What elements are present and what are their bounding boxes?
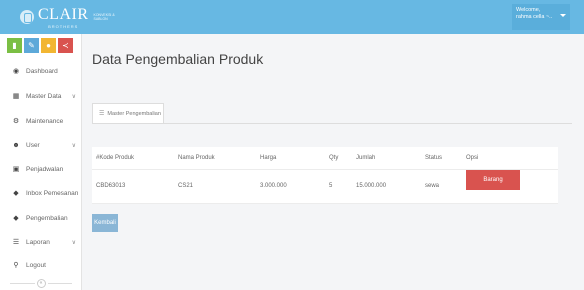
page-title: Data Pengembalian Produk <box>92 51 264 67</box>
dashboard-icon: ◉ <box>12 68 20 75</box>
column-header: Harga <box>256 147 325 170</box>
logo-subtext: BROTHERS <box>48 23 79 29</box>
cell-harga: 3.000.000 <box>256 169 325 204</box>
user-name: rahma cella ~.. <box>516 14 553 20</box>
sidebar-item-laporan[interactable]: ☰ Laporan ∨ <box>0 233 82 251</box>
tag-icon: ◆ <box>13 190 19 197</box>
column-header: Nama Produk <box>174 147 256 170</box>
sidebar-item-label: Dashboard <box>26 67 58 75</box>
sidebar-item-maintenance[interactable]: ⚙ Maintenance <box>0 112 82 130</box>
sidebar-shortcuts: ▮ ✎ ● ≺ <box>0 34 81 58</box>
cell-kode-produk: CBD63013 <box>92 169 174 204</box>
logo-text: CLAIR <box>38 5 89 23</box>
users-icon[interactable]: ● <box>41 38 56 53</box>
logo-mark-icon <box>20 10 34 24</box>
sidebar-item-label: User <box>26 141 40 149</box>
column-header: #Kode Produk <box>92 147 174 170</box>
sidebar-collapse-toggle[interactable]: « <box>10 278 72 288</box>
users-icon: ☻ <box>12 141 20 149</box>
divider <box>10 282 35 284</box>
tab-divider <box>92 123 572 124</box>
caret-down-icon <box>560 14 566 17</box>
column-header: Qty <box>325 147 352 170</box>
sidebar-item-master-data[interactable]: ▦ Master Data ∨ <box>0 87 82 105</box>
cell-jumlah: 15.000.000 <box>352 169 421 204</box>
logo-wordmark: CLAIR BROTHERS <box>38 6 89 29</box>
sidebar-item-label: Logout <box>26 261 46 269</box>
sidebar-item-label: Maintenance <box>26 117 64 125</box>
sidebar-item-label: Master Data <box>26 92 62 100</box>
brand-logo[interactable]: CLAIR BROTHERS KONVEKSI & SABLON <box>20 6 116 29</box>
share-icon[interactable]: ≺ <box>58 38 73 53</box>
returns-table: #Kode Produk Nama Produk Harga Qty Jumla… <box>92 147 558 204</box>
chart-icon[interactable]: ▮ <box>7 38 22 53</box>
table-header-row: #Kode Produk Nama Produk Harga Qty Jumla… <box>92 147 558 170</box>
sidebar-item-user[interactable]: ☻ User ∨ <box>0 136 82 154</box>
tag-icon: ◆ <box>13 215 19 222</box>
column-header: Opsi <box>462 147 558 170</box>
column-header: Status <box>421 147 462 170</box>
list-icon: ☰ <box>12 239 20 246</box>
welcome-text: Welcome, <box>516 7 541 13</box>
calendar-icon: ▣ <box>12 166 20 173</box>
cell-qty: 5 <box>325 169 352 204</box>
sidebar: ▮ ✎ ● ≺ ◉ Dashboard ▦ Master Data ∨ ⚙ Ma… <box>0 34 82 290</box>
tab-label: Master Pengembalian <box>107 110 161 117</box>
tab-master-pengembalian[interactable]: ☰ Master Pengembalian <box>92 103 164 123</box>
chevron-down-icon: ∨ <box>71 239 76 246</box>
sidebar-item-dashboard[interactable]: ◉ Dashboard <box>0 62 82 80</box>
chevron-down-icon: ∨ <box>71 142 76 149</box>
cell-status: sewa <box>421 169 462 204</box>
table-icon: ▦ <box>12 93 20 100</box>
logo-tagline: KONVEKSI & SABLON <box>93 13 115 21</box>
cell-opsi: Barang Kembali <box>462 169 558 204</box>
sidebar-item-logout[interactable]: ⚲ Logout <box>0 256 82 274</box>
top-navbar: CLAIR BROTHERS KONVEKSI & SABLON Welcome… <box>0 0 584 34</box>
chevron-down-icon: ∨ <box>71 93 76 100</box>
cell-nama-produk: CS21 <box>174 169 256 204</box>
list-icon: ☰ <box>99 111 105 117</box>
sidebar-item-label: Pengembalian <box>26 214 68 222</box>
double-chevron-left-icon[interactable]: « <box>36 278 46 288</box>
gears-icon: ⚙ <box>12 118 20 125</box>
sidebar-item-inbox-pemesanan[interactable]: ◆ Inbox Pemesanan <box>0 184 82 202</box>
table-row: CBD63013 CS21 3.000.000 5 15.000.000 sew… <box>92 169 558 204</box>
sidebar-item-label: Penjadwalan <box>26 165 64 173</box>
barang-kembali-button[interactable]: Barang Kembali <box>466 169 520 203</box>
divider <box>47 282 72 284</box>
sidebar-item-label: Laporan <box>26 238 50 246</box>
key-icon: ⚲ <box>13 262 19 269</box>
sidebar-item-pengembalian[interactable]: ◆ Pengembalian <box>0 209 82 227</box>
sidebar-item-penjadwalan[interactable]: ▣ Penjadwalan <box>0 160 82 178</box>
back-button[interactable]: Kembali <box>92 214 118 232</box>
sidebar-item-label: Inbox Pemesanan <box>26 189 79 197</box>
column-header: Jumlah <box>352 147 421 170</box>
user-menu-dropdown[interactable]: Welcome, rahma cella ~.. <box>512 4 570 30</box>
pencil-icon[interactable]: ✎ <box>24 38 39 53</box>
